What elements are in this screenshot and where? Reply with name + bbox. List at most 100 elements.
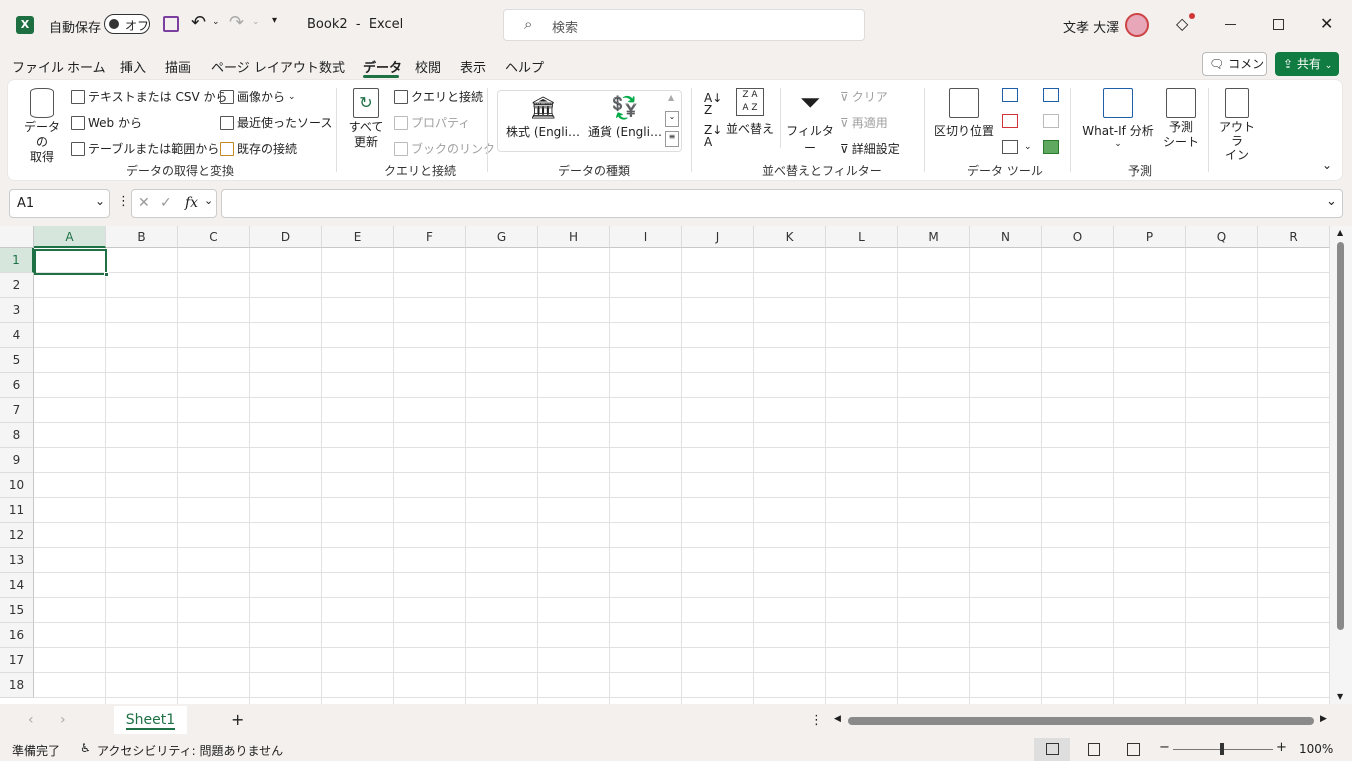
scroll-down-icon[interactable]: ▼ xyxy=(1337,692,1343,701)
flash-fill-icon[interactable] xyxy=(1002,88,1018,102)
data-validation-icon[interactable] xyxy=(1002,140,1018,154)
tab-home[interactable]: ホーム xyxy=(67,57,106,76)
data-model-icon[interactable] xyxy=(1043,140,1059,154)
maximize-icon[interactable] xyxy=(1273,19,1284,30)
row-header[interactable]: 10 xyxy=(0,473,34,498)
sheet-tab[interactable]: Sheet1 xyxy=(114,706,187,734)
undo-dropdown-icon[interactable]: ⌄ xyxy=(212,17,220,27)
redo-dropdown-icon[interactable]: ⌄ xyxy=(252,17,260,27)
text-to-columns-button[interactable]: 区切り位置 xyxy=(934,86,994,139)
page-layout-view-icon[interactable] xyxy=(1088,743,1100,756)
column-header[interactable]: B xyxy=(106,226,178,248)
stocks-button[interactable]: 🏛 株式 (Engli… xyxy=(504,95,582,140)
column-header[interactable]: H xyxy=(538,226,610,248)
accessibility-icon[interactable]: ♿ xyxy=(80,741,91,755)
gallery-scroll-down-icon[interactable]: ⌄ xyxy=(665,111,679,127)
tab-page-layout[interactable]: ページ レイアウト xyxy=(211,57,319,76)
row-header[interactable]: 12 xyxy=(0,523,34,548)
share-button[interactable]: ⇪ 共有 ⌄ xyxy=(1275,52,1339,76)
remove-duplicates-icon[interactable] xyxy=(1002,114,1018,128)
select-all-corner[interactable] xyxy=(0,226,34,248)
existing-connections-button[interactable]: 既存の接続 xyxy=(220,140,297,157)
more-options-icon[interactable]: ⋮ xyxy=(117,194,130,209)
column-header[interactable]: C xyxy=(178,226,250,248)
premium-diamond-icon[interactable]: ◇ xyxy=(1176,14,1188,33)
tab-draw[interactable]: 描画 xyxy=(165,57,191,76)
zoom-slider-thumb[interactable] xyxy=(1220,743,1224,755)
column-header[interactable]: P xyxy=(1114,226,1186,248)
customize-qat-icon[interactable]: ▾ xyxy=(272,15,277,26)
vertical-scrollbar[interactable]: ▲ ▼ xyxy=(1330,226,1352,704)
zoom-out-icon[interactable]: − xyxy=(1159,740,1170,755)
add-sheet-button[interactable]: + xyxy=(231,710,244,729)
page-break-view-icon[interactable] xyxy=(1127,743,1140,756)
scroll-thumb[interactable] xyxy=(1337,242,1344,630)
currencies-button[interactable]: 💱 通貨 (Engli… xyxy=(586,95,664,140)
sheet-options-icon[interactable]: ⋮ xyxy=(810,713,823,728)
relationships-icon[interactable] xyxy=(1043,114,1059,128)
row-header[interactable]: 16 xyxy=(0,623,34,648)
properties-button[interactable]: プロパティ xyxy=(394,114,470,131)
from-picture-button[interactable]: 画像から ⌄ xyxy=(220,88,296,105)
cancel-icon[interactable]: ✕ xyxy=(138,195,150,211)
column-header[interactable]: M xyxy=(898,226,970,248)
autosave-toggle[interactable]: オフ xyxy=(104,14,150,34)
scroll-right-icon[interactable]: ▶ xyxy=(1320,714,1327,724)
row-header[interactable]: 17 xyxy=(0,648,34,673)
row-header[interactable]: 13 xyxy=(0,548,34,573)
tab-formulas[interactable]: 数式 xyxy=(319,57,345,76)
row-header[interactable]: 5 xyxy=(0,348,34,373)
tab-view[interactable]: 表示 xyxy=(460,57,486,76)
column-header[interactable]: L xyxy=(826,226,898,248)
column-header[interactable]: A xyxy=(34,226,106,248)
name-box[interactable]: A1 ⌄ xyxy=(9,189,110,218)
collapse-ribbon-icon[interactable]: ⌄ xyxy=(1322,158,1332,172)
scroll-up-icon[interactable]: ▲ xyxy=(1337,228,1343,237)
normal-view-icon[interactable] xyxy=(1034,738,1070,761)
forecast-sheet-button[interactable]: 予測 シート xyxy=(1161,86,1201,150)
queries-connections-button[interactable]: クエリと接続 xyxy=(394,88,483,105)
reapply-button[interactable]: ⊽ 再適用 xyxy=(840,114,888,131)
row-header[interactable]: 7 xyxy=(0,398,34,423)
column-header[interactable]: F xyxy=(394,226,466,248)
save-icon[interactable] xyxy=(163,16,179,32)
column-header[interactable]: R xyxy=(1258,226,1330,248)
zoom-level[interactable]: 100% xyxy=(1299,742,1333,756)
gallery-scroll-up-icon[interactable]: ▲ xyxy=(668,93,674,102)
fill-handle[interactable] xyxy=(104,272,109,277)
row-header[interactable]: 4 xyxy=(0,323,34,348)
gallery-more-icon[interactable]: ≡ xyxy=(665,131,679,147)
row-header[interactable]: 14 xyxy=(0,573,34,598)
from-web-button[interactable]: Web から xyxy=(71,114,142,131)
comments-button[interactable]: 🗨 コメント xyxy=(1202,52,1267,93)
row-header[interactable]: 3 xyxy=(0,298,34,323)
cell-area[interactable] xyxy=(34,248,1330,704)
consolidate-icon[interactable] xyxy=(1043,88,1059,102)
refresh-all-button[interactable]: ↻ すべて 更新 xyxy=(344,86,388,156)
what-if-button[interactable]: What-If 分析 ⌄ xyxy=(1078,86,1158,149)
redo-icon[interactable]: ↷ xyxy=(229,12,244,33)
sort-descending-icon[interactable]: Z↓ A xyxy=(704,124,722,148)
avatar[interactable] xyxy=(1125,13,1149,37)
close-icon[interactable]: ✕ xyxy=(1320,14,1333,33)
row-header[interactable]: 15 xyxy=(0,598,34,623)
next-sheet-icon[interactable]: › xyxy=(60,712,66,728)
undo-icon[interactable]: ↶ xyxy=(191,12,206,33)
from-text-csv-button[interactable]: テキストまたは CSV から xyxy=(71,88,227,105)
formula-input[interactable]: ⌄ xyxy=(221,189,1343,218)
accessibility-status[interactable]: アクセシビリティ: 問題ありません xyxy=(97,742,283,759)
column-header[interactable]: J xyxy=(682,226,754,248)
minimize-icon[interactable] xyxy=(1225,24,1236,25)
sort-ascending-icon[interactable]: A↓ Z xyxy=(704,92,722,116)
column-header[interactable]: N xyxy=(970,226,1042,248)
row-header[interactable]: 8 xyxy=(0,423,34,448)
search-box[interactable]: ⌕ 検索 xyxy=(503,9,865,41)
outline-button[interactable]: アウトラ イン xyxy=(1214,86,1260,162)
row-header[interactable]: 6 xyxy=(0,373,34,398)
expand-formula-icon[interactable]: ⌄ xyxy=(1326,194,1337,209)
row-header[interactable]: 1 xyxy=(0,248,34,273)
column-header[interactable]: I xyxy=(610,226,682,248)
sort-button[interactable]: Z AA Z 並べ替え xyxy=(726,86,774,137)
row-header[interactable]: 18 xyxy=(0,673,34,698)
insert-function-icon[interactable]: fx xyxy=(185,195,198,211)
